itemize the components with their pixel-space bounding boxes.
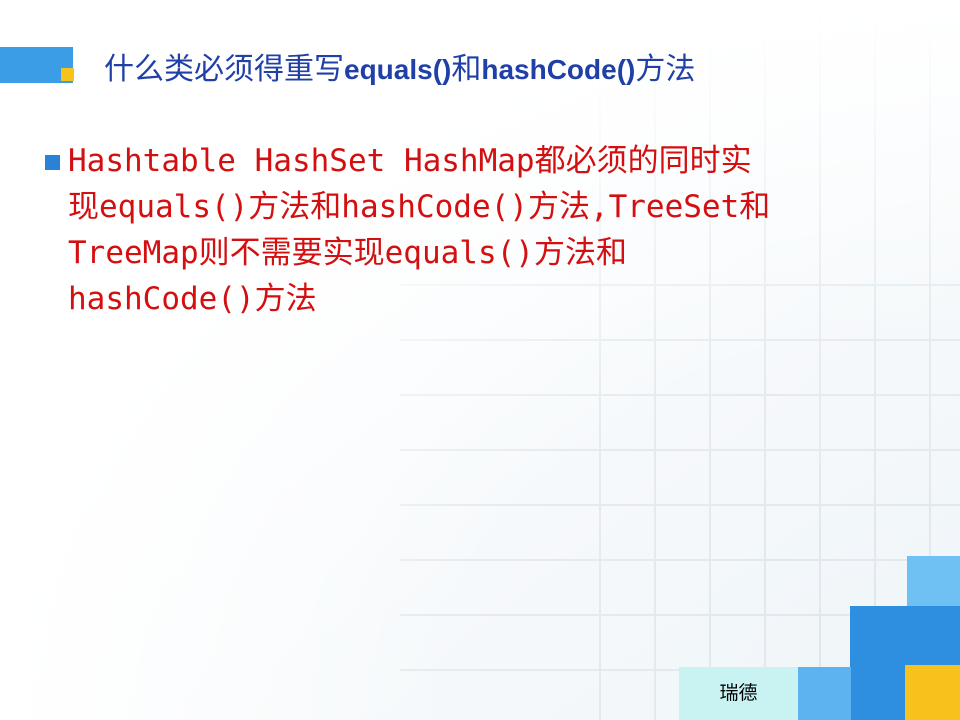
- title-accent-square: [61, 68, 74, 81]
- slide-title-part1: 什么类必须得重写: [104, 52, 344, 87]
- slide-title-part2: equals(): [344, 54, 452, 85]
- bullet-marker-icon: [45, 155, 60, 170]
- bullet-line-2: 现equals()方法和hashCode()方法,TreeSet和: [68, 189, 771, 225]
- slide-title-part4: hashCode(): [481, 54, 636, 85]
- decor-block-light-blue: [907, 556, 960, 606]
- slide-title: 什么类必须得重写equals()和hashCode()方法: [104, 44, 695, 88]
- bullet-line-3: TreeMap则不需要实现equals()方法和: [68, 235, 627, 271]
- decor-block-blue: [850, 606, 960, 720]
- slide-title-part5: 方法: [635, 52, 696, 87]
- bullet-text: Hashtable HashSet HashMap都必须的同时实 现equals…: [68, 138, 915, 322]
- footer-box: 瑞德: [679, 667, 798, 720]
- bullet-line-4: hashCode()方法: [68, 281, 317, 317]
- bullet-line-1: Hashtable HashSet HashMap都必须的同时实: [68, 143, 752, 179]
- decor-block-yellow: [905, 665, 960, 720]
- bullet-item: Hashtable HashSet HashMap都必须的同时实 现equals…: [45, 138, 915, 322]
- background-grid: [0, 0, 960, 720]
- footer-label: 瑞德: [719, 682, 758, 704]
- decor-block-mid-blue: [798, 667, 851, 720]
- slide-title-part3: 和: [451, 52, 482, 87]
